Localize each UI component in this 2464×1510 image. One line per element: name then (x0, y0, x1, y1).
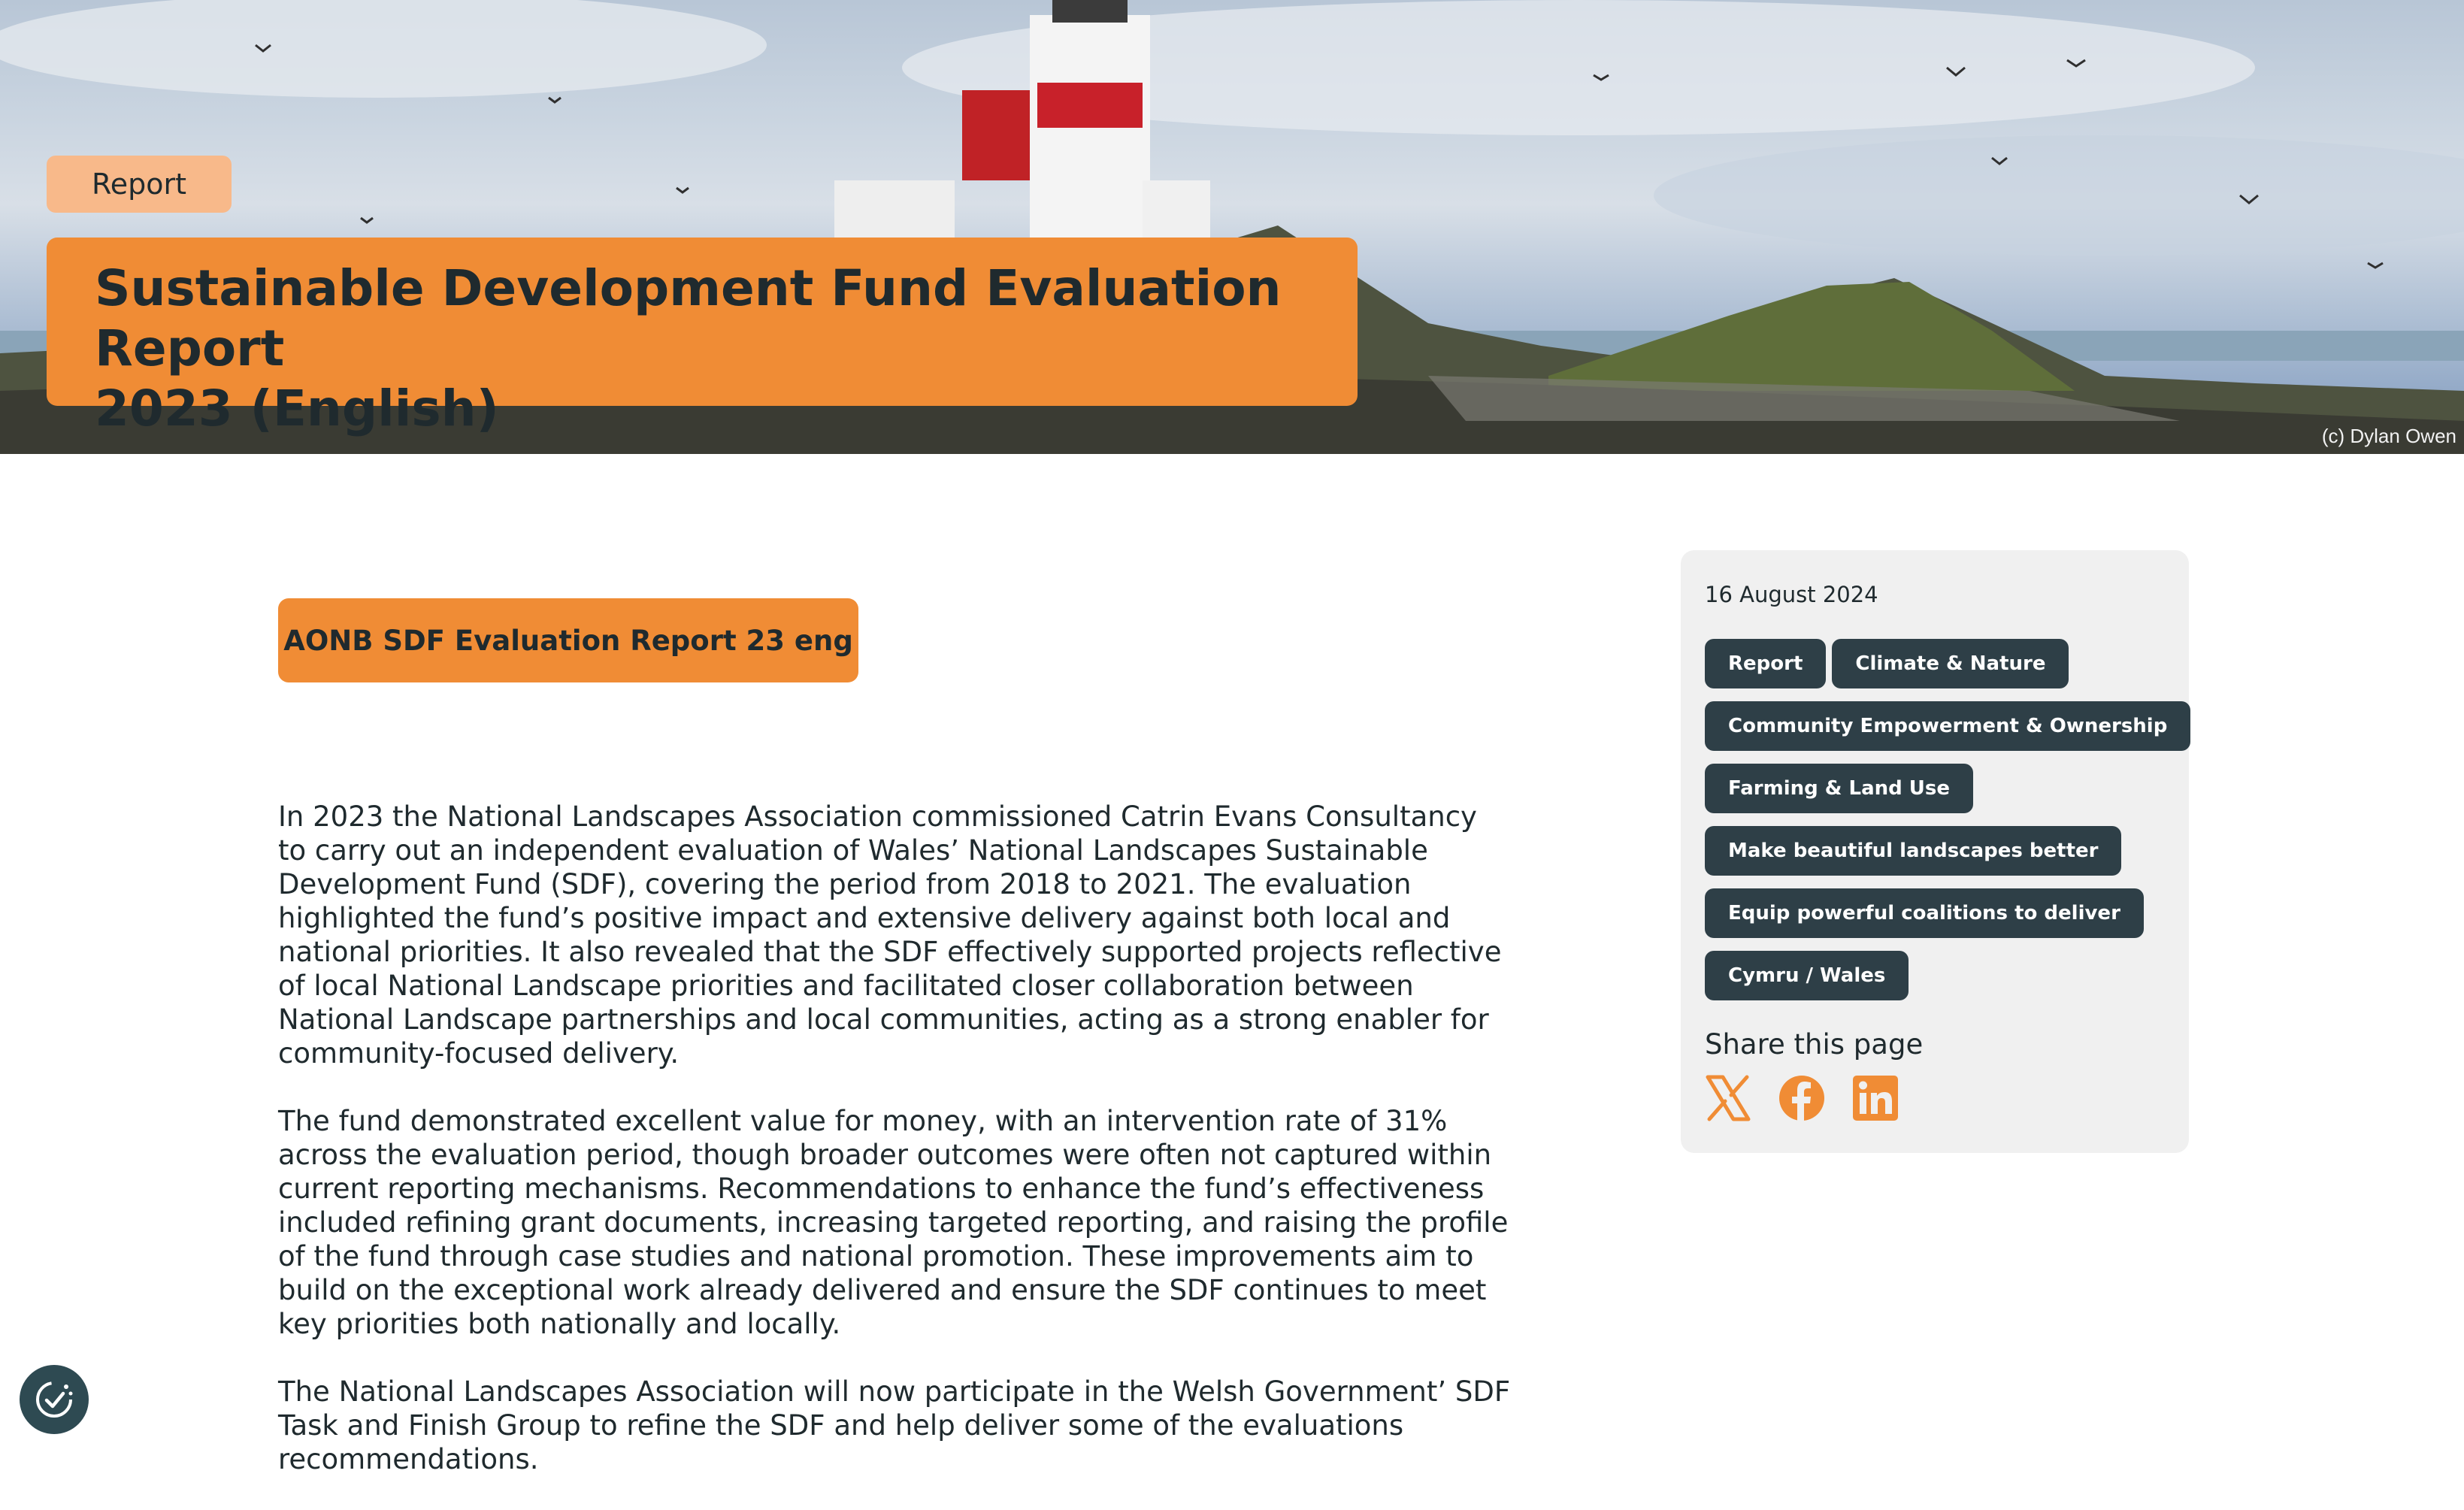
linkedin-icon[interactable] (1852, 1075, 1899, 1121)
tag-make-landscapes-better[interactable]: Make beautiful landscapes better (1705, 826, 2122, 876)
tag-equip-coalitions[interactable]: Equip powerful coalitions to deliver (1705, 888, 2144, 938)
tag-list: Report Climate & Nature Community Empowe… (1705, 639, 2191, 1013)
tag-community-empowerment[interactable]: Community Empowerment & Ownership (1705, 701, 2191, 751)
tag-farming-land-use[interactable]: Farming & Land Use (1705, 764, 1974, 813)
paragraph: In 2023 the National Landscapes Associat… (278, 800, 1502, 1070)
x-icon[interactable] (1705, 1075, 1751, 1121)
cookie-check-icon (36, 1381, 73, 1418)
share-links (1705, 1075, 1899, 1121)
page-title-line-1: Sustainable Development Fund Evaluation … (95, 259, 1282, 377)
tag-report[interactable]: Report (1705, 639, 1827, 688)
facebook-icon[interactable] (1778, 1075, 1825, 1121)
article-body: In 2023 the National Landscapes Associat… (278, 800, 1511, 1510)
tag-cymru-wales[interactable]: Cymru / Wales (1705, 951, 1909, 1000)
page-title: Sustainable Development Fund Evaluation … (95, 259, 1309, 439)
cookie-settings-button[interactable] (20, 1365, 89, 1434)
download-document-button[interactable]: AONB SDF Evaluation Report 23 eng (278, 598, 858, 682)
publish-date: 16 August 2024 (1705, 582, 1878, 607)
tag-climate-nature[interactable]: Climate & Nature (1832, 639, 2069, 688)
content-type-tag: Report (47, 156, 232, 213)
share-label: Share this page (1705, 1028, 1924, 1061)
paragraph: The fund demonstrated excellent value fo… (278, 1105, 1509, 1340)
photo-credit: (c) Dylan Owen (2321, 425, 2456, 447)
page-title-box: Sustainable Development Fund Evaluation … (47, 238, 1358, 437)
paragraph: The National Landscapes Association will… (278, 1375, 1511, 1475)
page-title-line-2: 2023 (English) (95, 380, 499, 437)
meta-sidebar: 16 August 2024 Report Climate & Nature C… (1681, 550, 2191, 1153)
